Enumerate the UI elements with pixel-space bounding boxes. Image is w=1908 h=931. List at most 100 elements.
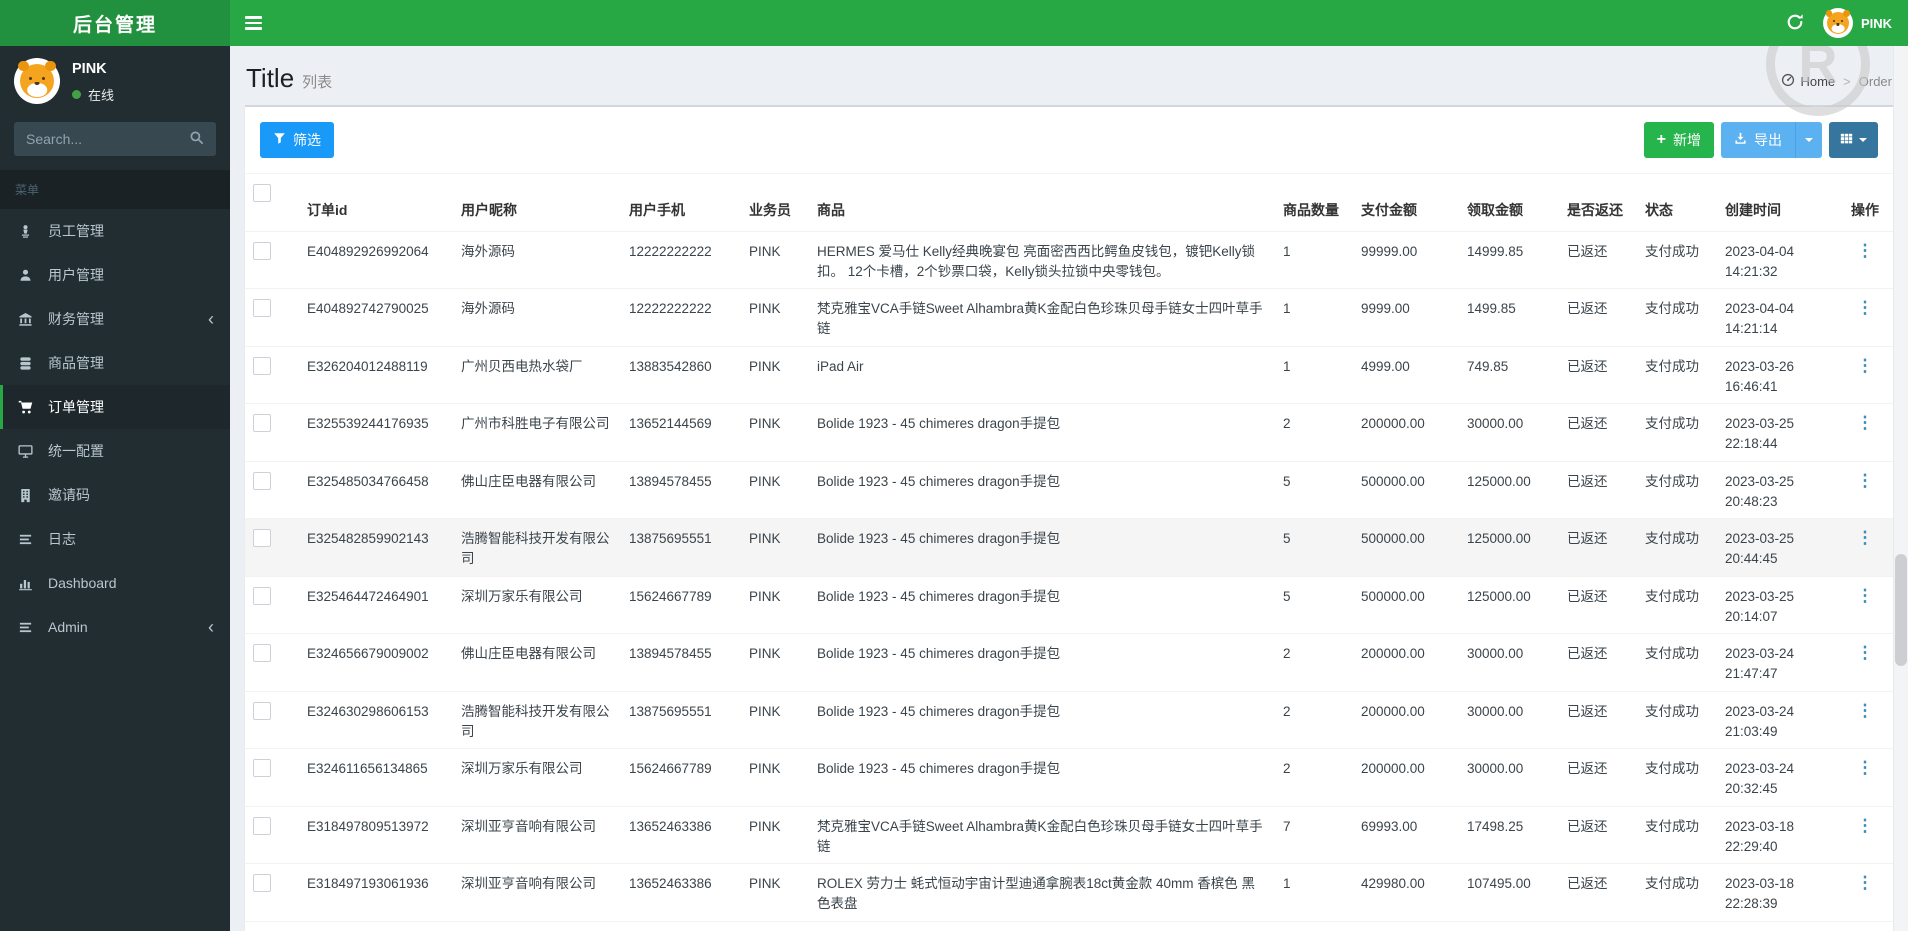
row-actions-button[interactable]: ⋮ bbox=[1851, 357, 1880, 374]
sidebar-item-config[interactable]: 统一配置 bbox=[0, 429, 230, 473]
cell-return-status: 已返还 bbox=[1559, 921, 1637, 931]
user-menu[interactable]: PINK bbox=[1822, 8, 1892, 38]
row-checkbox[interactable] bbox=[253, 644, 271, 662]
sidebar-item-label: 订单管理 bbox=[48, 399, 104, 415]
online-status[interactable]: 在线 bbox=[72, 85, 114, 104]
cell-quantity: 1 bbox=[1275, 346, 1353, 404]
row-actions-button[interactable]: ⋮ bbox=[1851, 817, 1880, 834]
cell-created-time: 2023-04-04 14:21:32 bbox=[1717, 231, 1837, 289]
sidebar-item-users[interactable]: 用户管理 bbox=[0, 253, 230, 297]
row-checkbox[interactable] bbox=[253, 241, 271, 260]
cell-nickname: 海外源码 bbox=[453, 231, 621, 289]
row-actions-button[interactable]: ⋮ bbox=[1851, 299, 1880, 316]
row-checkbox[interactable] bbox=[253, 471, 271, 490]
row-checkbox[interactable] bbox=[253, 356, 271, 375]
cell-pay-amount: 200000.00 bbox=[1353, 748, 1459, 807]
sidebar-item-logs[interactable]: 日志 bbox=[0, 517, 230, 561]
navbar-right: PINK bbox=[1785, 8, 1908, 38]
person-icon bbox=[18, 268, 39, 283]
cell-pay-amount: 500000.00 bbox=[1353, 518, 1459, 577]
export-button[interactable]: 导出 bbox=[1721, 122, 1795, 158]
search-button[interactable] bbox=[186, 129, 206, 149]
table-row: E404892742790025 海外源码 12222222222 PINK 梵克雅宝V… bbox=[245, 288, 1893, 347]
sidebar-item-label: 统一配置 bbox=[48, 443, 104, 459]
cell-product: Bolide 1923 - 45 chimeres dragon手提包 bbox=[809, 576, 1275, 634]
cell-quantity: 2 bbox=[1275, 921, 1353, 931]
funnel-icon bbox=[273, 132, 286, 148]
sidebar-item-admin[interactable]: Admin ‹ bbox=[0, 605, 230, 649]
cell-nickname: 浩腾智能科技开发有限公司 bbox=[453, 518, 621, 577]
cell-status: 支付成功 bbox=[1637, 806, 1717, 864]
row-checkbox[interactable] bbox=[253, 529, 271, 547]
cell-quantity: 1 bbox=[1275, 863, 1353, 922]
sidebar-item-label: 员工管理 bbox=[48, 223, 104, 239]
vertical-scrollbar[interactable] bbox=[1893, 46, 1908, 931]
bank-icon bbox=[18, 312, 39, 327]
row-actions-button[interactable]: ⋮ bbox=[1851, 472, 1880, 489]
table-row: E317598198786146深圳亚亨音响有限公司13652463386PIN… bbox=[245, 921, 1893, 931]
search-input[interactable] bbox=[24, 130, 186, 148]
cell-receive-amount: 30000.00 bbox=[1459, 633, 1559, 692]
column-header-actions: 操作 bbox=[1837, 174, 1893, 232]
page-title: Title bbox=[246, 63, 295, 93]
cell-created-time: 2023-03-25 20:44:45 bbox=[1717, 518, 1837, 577]
caret-down-icon bbox=[1859, 138, 1867, 142]
cell-return-status: 已返还 bbox=[1559, 748, 1637, 807]
cell-quantity: 5 bbox=[1275, 461, 1353, 519]
main-content: Title 列表 Home > Order 筛选 + 新增 导出 订单id 用户… bbox=[230, 46, 1908, 931]
cell-product: HERMES 爱马仕 Kelly经典晚宴包 亮面密西西比鳄鱼皮钱包，镀钯Kell… bbox=[809, 231, 1275, 289]
cell-phone: 13894578455 bbox=[621, 461, 741, 519]
row-checkbox[interactable] bbox=[253, 874, 271, 892]
row-actions-button[interactable]: ⋮ bbox=[1851, 587, 1880, 604]
scrollbar-thumb[interactable] bbox=[1895, 554, 1907, 666]
column-header-return-status: 是否返还 bbox=[1559, 174, 1637, 232]
cell-salesman: PINK bbox=[741, 346, 809, 404]
cell-pay-amount: 200000.00 bbox=[1353, 633, 1459, 692]
export-dropdown-button[interactable] bbox=[1795, 122, 1822, 158]
cell-product: Bolide 1923 - 45 chimeres dragon手提包 bbox=[809, 633, 1275, 692]
row-checkbox[interactable] bbox=[253, 701, 271, 720]
select-all-checkbox[interactable] bbox=[253, 184, 271, 202]
sidebar-item-orders[interactable]: 订单管理 bbox=[0, 385, 230, 429]
plus-icon: + bbox=[1656, 131, 1666, 148]
cell-return-status: 已返还 bbox=[1559, 346, 1637, 404]
cell-nickname: 佛山庄臣电器有限公司 bbox=[453, 633, 621, 692]
row-checkbox[interactable] bbox=[253, 299, 271, 317]
cell-receive-amount: 30000.00 bbox=[1459, 403, 1559, 462]
menu-section-label: 菜单 bbox=[0, 170, 230, 209]
refresh-button[interactable] bbox=[1785, 13, 1805, 33]
add-button[interactable]: + 新增 bbox=[1643, 122, 1714, 158]
table-row: E404892926992064 海外源码 12222222222 PINK HERME… bbox=[245, 231, 1893, 289]
cell-nickname: 深圳万家乐有限公司 bbox=[453, 748, 621, 807]
cell-quantity: 1 bbox=[1275, 288, 1353, 347]
sidebar-item-employees[interactable]: 员工管理 bbox=[0, 209, 230, 253]
cell-status: 支付成功 bbox=[1637, 346, 1717, 404]
brand-logo[interactable]: 后台管理 bbox=[0, 0, 230, 46]
row-actions-button[interactable]: ⋮ bbox=[1851, 242, 1880, 259]
filter-button[interactable]: 筛选 bbox=[260, 122, 334, 158]
cell-order-id: E324630298606153 bbox=[299, 691, 453, 749]
cell-salesman: PINK bbox=[741, 576, 809, 634]
row-checkbox[interactable] bbox=[253, 816, 271, 835]
columns-dropdown-button[interactable] bbox=[1829, 122, 1878, 158]
lines-icon bbox=[18, 532, 39, 547]
row-actions-button[interactable]: ⋮ bbox=[1851, 529, 1880, 546]
row-actions-button[interactable]: ⋮ bbox=[1851, 644, 1880, 661]
row-actions-button[interactable]: ⋮ bbox=[1851, 874, 1880, 891]
cell-nickname: 浩腾智能科技开发有限公司 bbox=[453, 691, 621, 749]
row-actions-button[interactable]: ⋮ bbox=[1851, 759, 1880, 776]
sidebar-item-invite-codes[interactable]: 邀请码 bbox=[0, 473, 230, 517]
row-actions-button[interactable]: ⋮ bbox=[1851, 702, 1880, 719]
row-checkbox[interactable] bbox=[253, 414, 271, 432]
row-checkbox[interactable] bbox=[253, 586, 271, 605]
sidebar-item-products[interactable]: 商品管理 bbox=[0, 341, 230, 385]
row-actions-button[interactable]: ⋮ bbox=[1851, 414, 1880, 431]
cell-order-id: E318497193061936 bbox=[299, 863, 453, 922]
cell-salesman: PINK bbox=[741, 403, 809, 462]
sidebar-toggle-button[interactable] bbox=[230, 0, 276, 46]
row-checkbox[interactable] bbox=[253, 759, 271, 777]
cell-receive-amount: 30000.00 bbox=[1459, 691, 1559, 749]
cell-product: ROLEX 劳力士 蚝式恒动宇宙计型迪通拿腕表18ct黄金款 40mm 香槟色 … bbox=[809, 863, 1275, 922]
sidebar-item-dashboard[interactable]: Dashboard bbox=[0, 561, 230, 605]
sidebar-item-finance[interactable]: 财务管理 ‹ bbox=[0, 297, 230, 341]
